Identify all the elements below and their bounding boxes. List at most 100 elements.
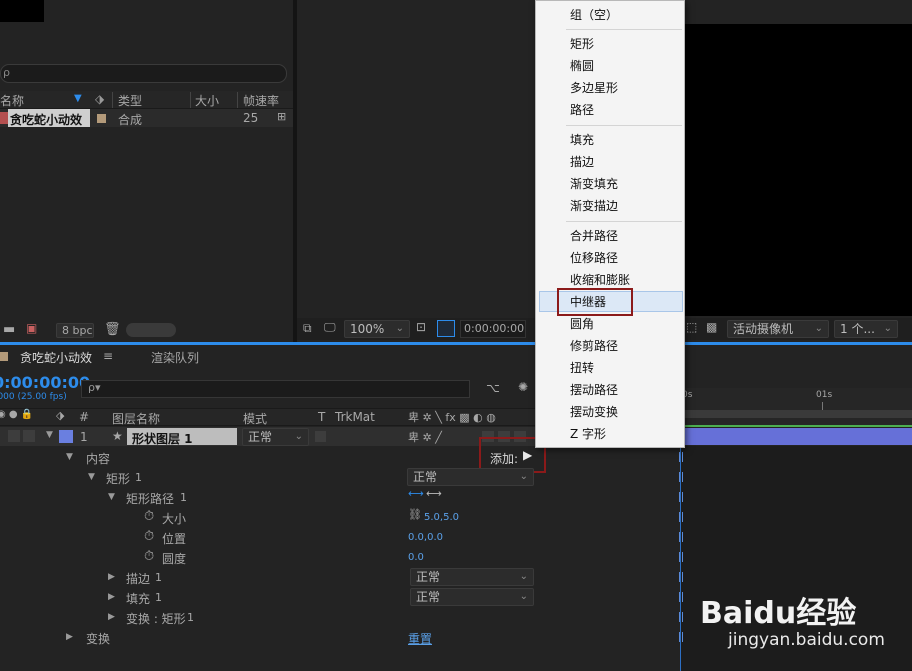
region-icon[interactable]: ⊡ xyxy=(416,320,426,334)
trash-icon[interactable]: 🗑 xyxy=(104,322,121,337)
viewer-canvas[interactable] xyxy=(685,24,912,316)
draft-3d-icon[interactable]: ✺ xyxy=(518,380,528,394)
transform-rect-label[interactable]: 变换 : 矩形 xyxy=(126,610,186,627)
layer-mode-select[interactable]: 正常 ⌄ xyxy=(242,428,309,446)
project-item-row[interactable]: 贪吃蛇小动效 合成 25 ⊞ xyxy=(0,109,293,127)
size-value[interactable]: 5.0,5.0 xyxy=(424,512,459,523)
layer-switches-icons[interactable]: 卑 ✲ ╱ xyxy=(408,429,442,445)
zoom-select[interactable]: 100% ⌄ xyxy=(344,320,410,338)
expand-triangle-icon[interactable]: ▶ xyxy=(108,572,115,582)
expand-triangle-icon[interactable]: ▶ xyxy=(108,612,115,622)
stopwatch-icon[interactable]: ⏱ xyxy=(144,529,154,544)
video-toggle[interactable] xyxy=(8,430,20,442)
column-layer-name[interactable]: 图层名称 xyxy=(112,410,160,427)
expand-triangle-icon[interactable]: ▼ xyxy=(88,472,95,482)
camera-icon[interactable]: ⬚ xyxy=(686,320,697,334)
composition-flowchart-icon[interactable]: ⌥ xyxy=(486,381,500,395)
column-fps[interactable]: 帧速率 xyxy=(243,92,279,109)
rect-path-label[interactable]: 矩形路径 xyxy=(126,490,174,507)
menu-item-stroke[interactable]: 描边 xyxy=(570,152,594,172)
menu-item-gradient-stroke[interactable]: 渐变描边 xyxy=(570,196,618,216)
time-ruler[interactable] xyxy=(680,388,912,426)
expand-triangle-icon[interactable]: ▶ xyxy=(66,632,73,642)
add-play-icon[interactable]: ▶ xyxy=(523,448,532,462)
rect-number: 1 xyxy=(135,471,142,484)
snapshot-icon[interactable]: ⧉ xyxy=(303,321,312,336)
fill-label[interactable]: 填充 xyxy=(126,590,150,607)
new-comp-icon[interactable]: ▣ xyxy=(26,321,37,335)
preserve-transparency-toggle[interactable] xyxy=(315,431,326,442)
label-color-swatch[interactable] xyxy=(97,114,106,123)
menu-item-twist[interactable]: 扭转 xyxy=(570,358,594,378)
stopwatch-icon[interactable]: ⏱ xyxy=(144,509,154,524)
comp-tab-swatch xyxy=(0,352,8,361)
menu-item-trim-paths[interactable]: 修剪路径 xyxy=(570,336,618,356)
column-trkmat[interactable]: TrkMat xyxy=(335,410,375,424)
timeline-fps-info: 00000 (25.00 fps) xyxy=(0,392,67,402)
menu-item-group[interactable]: 组（空） xyxy=(570,5,618,25)
expand-triangle-icon[interactable]: ▼ xyxy=(46,430,53,440)
column-name[interactable]: 名称 xyxy=(0,92,24,109)
constrain-link-icon[interactable]: ⛓ xyxy=(408,508,422,521)
transform-label[interactable]: 变换 xyxy=(86,630,110,647)
column-t: T xyxy=(318,410,326,424)
solo-toggle[interactable] xyxy=(23,430,35,442)
roundness-label: 圆度 xyxy=(162,552,187,566)
checker-icon[interactable]: ▩ xyxy=(706,320,717,334)
expand-triangle-icon[interactable]: ▶ xyxy=(108,592,115,602)
work-area-bar[interactable] xyxy=(680,410,912,418)
menu-item-offset-paths[interactable]: 位移路径 xyxy=(570,248,618,268)
views-select[interactable]: 1 个... ⌄ xyxy=(834,320,898,338)
stroke-mode-select[interactable]: 正常 ⌄ xyxy=(410,568,534,586)
reset-link[interactable]: 重置 xyxy=(408,630,432,647)
layer-duration-bar[interactable] xyxy=(684,428,912,445)
ruler-1s: 01s xyxy=(816,390,833,400)
stroke-label[interactable]: 描边 xyxy=(126,570,150,587)
expand-triangle-icon[interactable]: ▼ xyxy=(108,492,115,502)
layer-label-swatch[interactable] xyxy=(59,430,73,443)
menu-item-zig-zag[interactable]: Z 字形 xyxy=(570,424,606,444)
layer-mode-value: 正常 xyxy=(248,430,273,444)
column-size[interactable]: 大小 xyxy=(195,92,219,109)
project-scrollbar[interactable] xyxy=(126,323,176,337)
transparency-grid-button[interactable] xyxy=(437,320,455,337)
menu-item-ellipse[interactable]: 椭圆 xyxy=(570,56,594,76)
path-direction-icon[interactable]: ⟷ xyxy=(408,487,424,500)
project-panel: ρ 名称 ▼ ⬗ 类型 大小 帧速率 贪吃蛇小动效 合成 25 ⊞ ▬ ▣ 8 … xyxy=(0,0,293,342)
menu-item-path[interactable]: 路径 xyxy=(570,100,594,120)
stroke-mode-value: 正常 xyxy=(416,570,441,584)
position-value[interactable]: 0.0,0.0 xyxy=(408,532,443,543)
menu-separator xyxy=(566,29,682,30)
rect-mode-select[interactable]: 正常 ⌄ xyxy=(407,468,534,486)
column-type[interactable]: 类型 xyxy=(118,92,142,109)
menu-item-polystar[interactable]: 多边星形 xyxy=(570,78,618,98)
roundness-value[interactable]: 0.0 xyxy=(408,552,424,563)
tab-composition[interactable]: 贪吃蛇小动效 xyxy=(20,349,92,366)
folder-icon[interactable]: ▬ xyxy=(3,322,15,337)
monitor-icon[interactable]: 🖵 xyxy=(324,320,336,335)
menu-item-pucker-bloat[interactable]: 收缩和膨胀 xyxy=(570,270,630,290)
menu-item-wiggle-paths[interactable]: 摆动路径 xyxy=(570,380,618,400)
path-direction-reverse-icon[interactable]: ⟷ xyxy=(426,487,442,500)
tab-menu-icon[interactable]: ≡ xyxy=(103,349,113,363)
menu-item-round-corners[interactable]: 圆角 xyxy=(570,314,594,334)
stopwatch-icon[interactable]: ⏱ xyxy=(144,549,154,564)
layer-name[interactable]: 形状图层 1 xyxy=(132,430,193,447)
timeline-search-input[interactable]: ρ▾ xyxy=(81,380,470,398)
menu-item-wiggle-transform[interactable]: 摆动变换 xyxy=(570,402,618,422)
menu-item-repeater[interactable]: 中继器 xyxy=(570,292,606,312)
add-label[interactable]: 添加: xyxy=(490,450,518,467)
column-mode[interactable]: 模式 xyxy=(243,410,267,427)
expand-triangle-icon[interactable]: ▼ xyxy=(66,452,73,462)
rect-label[interactable]: 矩形 xyxy=(106,470,130,487)
camera-select[interactable]: 活动摄像机 ⌄ xyxy=(727,320,829,338)
menu-item-merge-paths[interactable]: 合并路径 xyxy=(570,226,618,246)
fill-mode-select[interactable]: 正常 ⌄ xyxy=(410,588,534,606)
project-search-input[interactable]: ρ xyxy=(0,64,287,83)
zoom-value: 100% xyxy=(350,322,385,336)
menu-item-gradient-fill[interactable]: 渐变填充 xyxy=(570,174,618,194)
timeline-timecode[interactable]: 0:00:00:00 xyxy=(0,373,90,392)
menu-item-fill[interactable]: 填充 xyxy=(570,130,594,150)
tab-render-queue[interactable]: 渲染队列 xyxy=(151,349,199,366)
menu-item-rectangle[interactable]: 矩形 xyxy=(570,34,594,54)
